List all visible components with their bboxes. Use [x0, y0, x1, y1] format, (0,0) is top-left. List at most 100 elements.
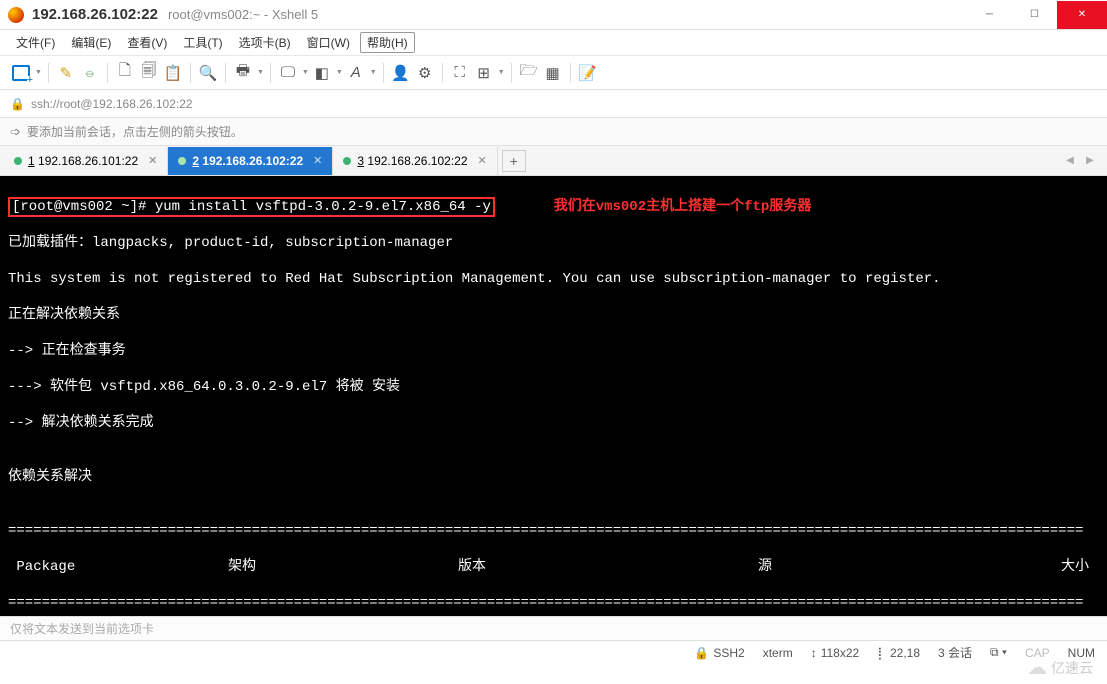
tab-index: 2 [192, 154, 199, 168]
terminal-command: yum install vsftpd-3.0.2-9.el7.x86_64 -y [155, 199, 491, 215]
compose-placeholder: 仅将文本发送到当前选项卡 [10, 620, 154, 637]
separator [107, 63, 108, 83]
terminal-prompt: [root@vms002 ~]# [12, 199, 146, 215]
reconnect-button[interactable]: ✎ [55, 62, 77, 84]
close-button[interactable]: ✕ [1057, 1, 1107, 29]
tab-index: 1 [28, 154, 35, 168]
color-button[interactable]: ◧ [311, 62, 333, 84]
menu-tab[interactable]: 选项卡(B) [233, 31, 297, 54]
menubar: 文件(F) 编辑(E) 查看(V) 工具(T) 选项卡(B) 窗口(W) 帮助(… [0, 30, 1107, 56]
tab-close-icon[interactable]: ✕ [478, 154, 487, 167]
tab-next-button[interactable]: ▶ [1081, 152, 1099, 170]
tab-index: 3 [357, 154, 364, 168]
tab-prev-button[interactable]: ◀ [1061, 152, 1079, 170]
compose-bar[interactable]: 仅将文本发送到当前选项卡 [0, 616, 1107, 640]
hint-text: 要添加当前会话，点击左侧的箭头按钮。 [27, 123, 243, 140]
tab-label: 192.168.26.102:22 [367, 154, 467, 168]
col-package: Package [8, 558, 228, 576]
terminal-annotation: 我们在vms002主机上搭建一个ftp服务器 [554, 199, 812, 215]
menu-file[interactable]: 文件(F) [10, 31, 61, 54]
properties-button[interactable]: 🗋 [114, 62, 136, 84]
tab-add-button[interactable]: + [502, 150, 526, 172]
col-arch: 架构 [228, 558, 458, 576]
status-cursor: ⡇ 22,18 [877, 646, 920, 660]
maximize-button[interactable]: ☐ [1012, 1, 1057, 29]
status-bar: 🔒 SSH2 xterm ↕ 118x22 ⡇ 22,18 3 会话 ⧉ ▾ C… [0, 640, 1107, 664]
tab-label: 192.168.26.102:22 [202, 154, 303, 168]
print-button[interactable]: 🖶 [232, 62, 254, 84]
menu-tools[interactable]: 工具(T) [177, 31, 228, 54]
find-button[interactable]: 🔍 [197, 62, 219, 84]
separator [270, 63, 271, 83]
tab-close-icon[interactable]: ✕ [313, 154, 322, 167]
dropdown-arrow-icon[interactable]: ▼ [336, 69, 343, 76]
menu-edit[interactable]: 编辑(E) [65, 31, 117, 54]
watermark: ☁ 亿速云 [1027, 655, 1093, 680]
separator [190, 63, 191, 83]
user-button[interactable]: 👤 [390, 62, 412, 84]
tab-3[interactable]: 3 192.168.26.102:22 ✕ [333, 147, 497, 175]
titlebar: 192.168.26.102:22 root@vms002:~ - Xshell… [0, 0, 1107, 30]
separator [383, 63, 384, 83]
status-dot-icon [178, 157, 186, 165]
col-repo: 源 [758, 558, 998, 576]
app-icon [8, 7, 24, 23]
cloud-icon: ☁ [1027, 655, 1047, 680]
separator [511, 63, 512, 83]
status-termtype: xterm [763, 646, 793, 660]
separator [442, 63, 443, 83]
dropdown-arrow-icon[interactable]: ▼ [302, 69, 309, 76]
font-button[interactable]: A [345, 62, 367, 84]
compose-button[interactable]: 📝 [577, 62, 599, 84]
settings-button[interactable]: ⚙ [414, 62, 436, 84]
terminal-output: --> 解决依赖关系完成 [8, 414, 1099, 432]
paste-button[interactable]: 📋 [162, 62, 184, 84]
terminal[interactable]: [root@vms002 ~]# yum install vsftpd-3.0.… [0, 176, 1107, 616]
terminal-output: This system is not registered to Red Hat… [8, 270, 1099, 288]
menu-view[interactable]: 查看(V) [121, 31, 173, 54]
separator [570, 63, 571, 83]
status-sessions-icon[interactable]: ⧉ ▾ [990, 645, 1007, 660]
dropdown-arrow-icon[interactable]: ▼ [498, 69, 505, 76]
tile-button[interactable]: ▦ [542, 62, 564, 84]
window-title-main: 192.168.26.102:22 [32, 6, 158, 23]
tab-close-icon[interactable]: ✕ [148, 154, 157, 167]
disconnect-button[interactable]: ⦵ [79, 62, 101, 84]
terminal-output: --> 正在检查事务 [8, 342, 1099, 360]
table-header: Package 架构 版本 源 大小 [8, 558, 1099, 576]
terminal-output: ---> 软件包 vsftpd.x86_64.0.3.0.2-9.el7 将被 … [8, 378, 1099, 396]
dropdown-arrow-icon[interactable]: ▼ [35, 69, 42, 76]
new-session-button[interactable] [10, 62, 32, 84]
transfer-button[interactable]: 🗁 [518, 62, 540, 84]
menu-window[interactable]: 窗口(W) [301, 31, 356, 54]
screen-button[interactable]: 🖵 [277, 62, 299, 84]
col-size: 大小 [998, 558, 1099, 576]
status-sessions: 3 会话 [938, 644, 972, 661]
status-dot-icon [14, 157, 22, 165]
minimize-button[interactable]: ─ [967, 1, 1012, 29]
status-protocol: 🔒 SSH2 [694, 646, 744, 660]
address-text[interactable]: ssh://root@192.168.26.102:22 [31, 97, 193, 111]
terminal-divider: ========================================… [8, 594, 1099, 612]
tab-2[interactable]: 2 192.168.26.102:22 ✕ [168, 147, 333, 175]
tab-nav: ◀ ▶ [1061, 152, 1107, 170]
hint-bar: ➩ 要添加当前会话，点击左侧的箭头按钮。 [0, 118, 1107, 146]
status-dot-icon [343, 157, 351, 165]
tab-bar: 1 192.168.26.101:22 ✕ 2 192.168.26.102:2… [0, 146, 1107, 176]
terminal-output: 正在解决依赖关系 [8, 306, 1099, 324]
terminal-divider: ========================================… [8, 522, 1099, 540]
copy-button[interactable]: 🗐 [138, 62, 160, 84]
fullscreen-button[interactable]: ⛶ [449, 62, 471, 84]
window-title-sub: root@vms002:~ - Xshell 5 [168, 7, 318, 22]
separator [48, 63, 49, 83]
separator [225, 63, 226, 83]
tab-1[interactable]: 1 192.168.26.101:22 ✕ [4, 147, 168, 175]
col-version: 版本 [458, 558, 758, 576]
add-session-arrow-icon[interactable]: ➩ [10, 124, 21, 140]
dropdown-arrow-icon[interactable]: ▼ [257, 69, 264, 76]
layout-button[interactable]: ⊞ [473, 62, 495, 84]
window-controls: ─ ☐ ✕ [967, 1, 1107, 29]
dropdown-arrow-icon[interactable]: ▼ [370, 69, 377, 76]
menu-help[interactable]: 帮助(H) [360, 32, 415, 53]
terminal-output: 依赖关系解决 [8, 468, 1099, 486]
